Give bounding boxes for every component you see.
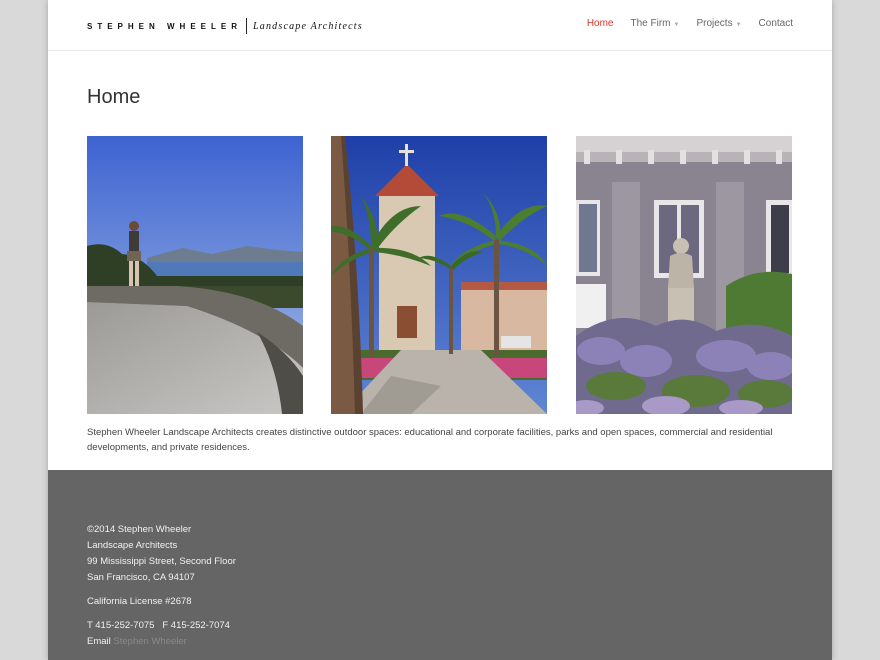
footer-email-link[interactable]: Stephen Wheeler <box>113 636 186 647</box>
nav-item-the-firm[interactable]: The Firm ▼ <box>631 18 680 29</box>
nav-item-projects[interactable]: Projects ▼ <box>696 18 741 29</box>
footer-street: 99 Mississippi Street, Second Floor <box>87 556 236 567</box>
footer-address: ©2014 Stephen Wheeler Landscape Architec… <box>87 522 236 586</box>
main-nav: Home The Firm ▼ Projects ▼ Contact <box>587 18 793 29</box>
nav-item-label: The Firm <box>630 18 671 29</box>
footer-license: California License #2678 <box>87 596 192 607</box>
photo-statue-garden[interactable] <box>576 136 792 414</box>
footer-copyright: ©2014 Stephen Wheeler <box>87 524 192 535</box>
footer-fax: F 415-252-7074 <box>162 620 230 631</box>
footer-email: Email Stephen Wheeler <box>87 634 230 650</box>
nav-item-contact[interactable]: Contact <box>759 18 793 29</box>
intro-text: Stephen Wheeler Landscape Architects cre… <box>87 427 773 453</box>
site-logo[interactable]: STEPHEN WHEELER Landscape Architects <box>87 18 363 34</box>
footer-phone: T 415-252-7075 <box>87 620 155 631</box>
footer-phone-fax: T 415-252-7075 F 415-252-7074 <box>87 618 230 634</box>
footer-license-block: California License #2678 <box>87 594 192 610</box>
logo-tagline: Landscape Architects <box>253 20 363 32</box>
page-title: Home <box>87 86 141 108</box>
chevron-down-icon: ▼ <box>673 21 680 28</box>
photo-coastal-terrace[interactable] <box>87 136 303 414</box>
nav-item-home[interactable]: Home <box>587 18 614 29</box>
nav-item-label: Home <box>586 18 614 29</box>
nav-item-label: Contact <box>758 18 793 29</box>
logo-divider <box>246 18 248 34</box>
photo-palm-courtyard[interactable] <box>331 136 547 414</box>
footer-email-label: Email <box>87 636 111 647</box>
logo-name: STEPHEN WHEELER <box>87 21 243 31</box>
nav-item-label: Projects <box>696 18 733 29</box>
footer-city: San Francisco, CA 94107 <box>87 572 195 583</box>
site-footer: ©2014 Stephen Wheeler Landscape Architec… <box>48 470 832 660</box>
site-header: STEPHEN WHEELER Landscape Architects Hom… <box>48 0 832 51</box>
chevron-down-icon: ▼ <box>735 21 742 28</box>
page-container: STEPHEN WHEELER Landscape Architects Hom… <box>48 0 832 660</box>
footer-firm-name: Landscape Architects <box>87 540 178 551</box>
footer-contact: T 415-252-7075 F 415-252-7074 Email Step… <box>87 618 230 650</box>
